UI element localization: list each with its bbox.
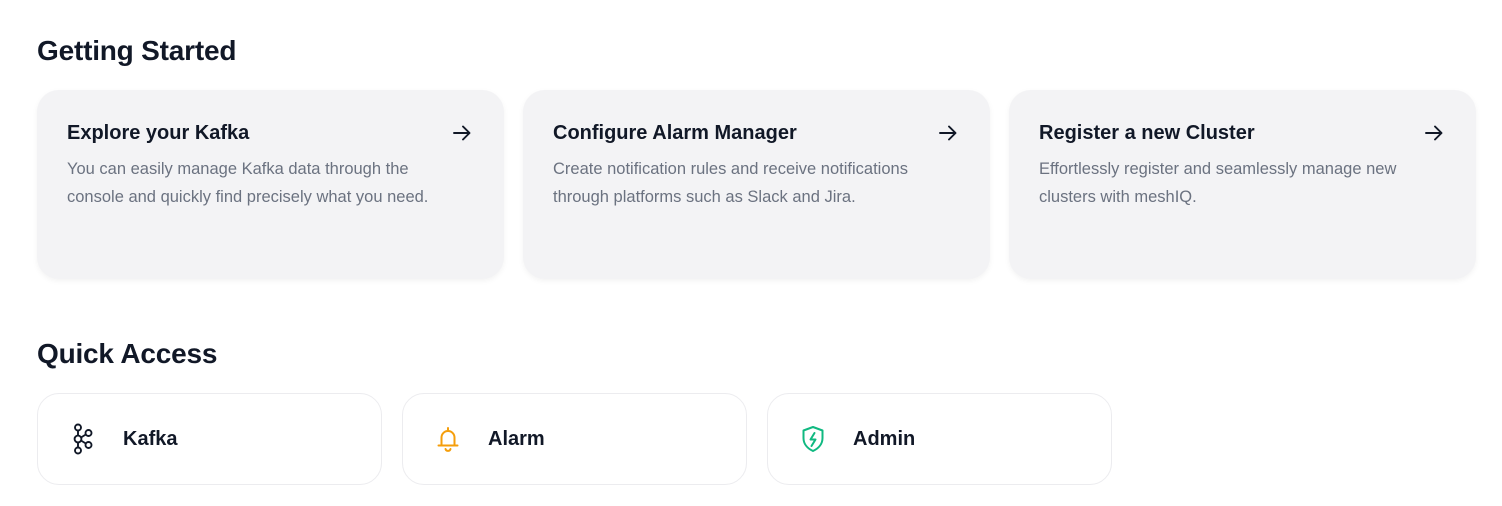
quick-access-list: Kafka Alarm Admin	[37, 393, 1112, 485]
bell-icon	[436, 425, 460, 453]
configure-alarm-card[interactable]: Configure Alarm Manager Create notificat…	[523, 90, 990, 279]
getting-started-title: Getting Started	[37, 35, 237, 66]
card-description: Effortlessly register and seamlessly man…	[1039, 160, 1397, 206]
quick-access-label: Admin	[853, 427, 916, 450]
card-description: You can easily manage Kafka data through…	[67, 160, 429, 206]
card-description: Create notification rules and receive no…	[553, 160, 908, 206]
arrow-right-icon[interactable]	[938, 123, 958, 143]
arrow-right-icon[interactable]	[452, 123, 472, 143]
card-title: Explore your Kafka	[67, 122, 250, 144]
quick-access-label: Kafka	[123, 427, 178, 450]
quick-access-admin[interactable]: Admin	[767, 393, 1112, 485]
quick-access-title: Quick Access	[37, 338, 218, 369]
kafka-icon	[71, 423, 95, 455]
card-title: Register a new Cluster	[1039, 122, 1255, 144]
getting-started-cards: Explore your Kafka You can easily manage…	[37, 90, 1476, 279]
card-title: Configure Alarm Manager	[553, 122, 797, 144]
shield-icon	[801, 425, 825, 453]
quick-access-label: Alarm	[488, 427, 545, 450]
explore-kafka-card[interactable]: Explore your Kafka You can easily manage…	[37, 90, 504, 279]
quick-access-kafka[interactable]: Kafka	[37, 393, 382, 485]
quick-access-alarm[interactable]: Alarm	[402, 393, 747, 485]
register-cluster-card[interactable]: Register a new Cluster Effortlessly regi…	[1009, 90, 1476, 279]
arrow-right-icon[interactable]	[1424, 123, 1444, 143]
